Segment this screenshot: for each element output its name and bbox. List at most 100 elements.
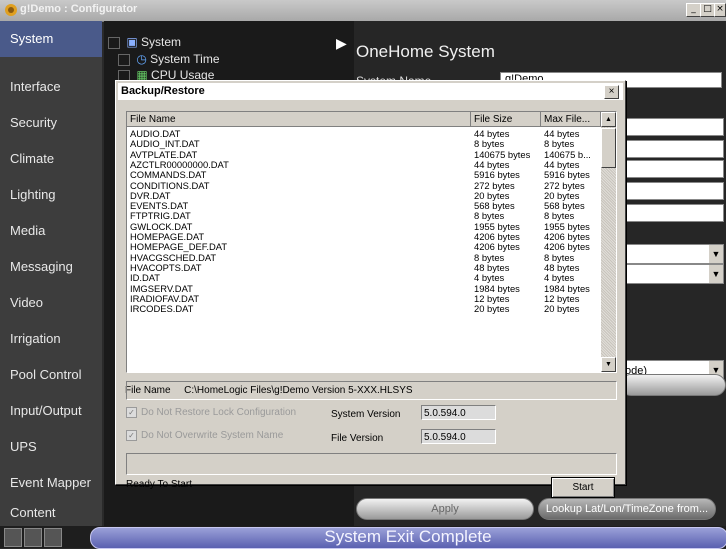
file-name-cell: COMMANDS.DAT bbox=[130, 170, 207, 181]
sidebar-item-interface[interactable]: Interface bbox=[0, 69, 102, 105]
tree-item-label: System bbox=[141, 35, 182, 49]
sidebar-item-messaging[interactable]: Messaging bbox=[0, 249, 102, 285]
sidebar-item-ups[interactable]: UPS bbox=[0, 429, 102, 465]
backup-restore-dialog: Backup/Restore × File Name File Size Max… bbox=[115, 80, 626, 498]
max-file-cell: 1955 bytes bbox=[544, 221, 590, 232]
max-file-cell: 8 bytes bbox=[544, 139, 575, 150]
max-file-cell: 5916 bytes bbox=[544, 170, 590, 181]
table-row[interactable]: HOMEPAGE_DEF.DAT 4206 bytes 4206 bytes bbox=[127, 242, 602, 252]
table-row[interactable]: HOMEPAGE.DAT 4206 bytes 4206 bytes bbox=[127, 232, 602, 242]
column-header-file-name[interactable]: File Name bbox=[127, 112, 471, 127]
file-name-cell: HVACOPTS.DAT bbox=[130, 262, 202, 273]
system-version-label: System Version bbox=[331, 409, 401, 420]
table-row[interactable]: HVACGSCHED.DAT 8 bytes 8 bytes bbox=[127, 253, 602, 263]
file-size-cell: 20 bytes bbox=[474, 190, 510, 201]
max-file-cell: 8 bytes bbox=[544, 211, 575, 222]
minimize-button[interactable]: _ bbox=[686, 3, 701, 17]
checkbox-checked-icon[interactable]: ✓ bbox=[126, 430, 137, 441]
file-size-cell: 8 bytes bbox=[474, 252, 505, 263]
start-button[interactable]: Start bbox=[551, 477, 615, 498]
sidebar-item-lighting[interactable]: Lighting bbox=[0, 177, 102, 213]
max-file-cell: 44 bytes bbox=[544, 129, 580, 139]
table-row[interactable]: HVACOPTS.DAT 48 bytes 48 bytes bbox=[127, 263, 602, 273]
option-no-overwrite-name[interactable]: ✓ Do Not Overwrite System Name bbox=[126, 430, 283, 441]
maximize-button[interactable]: □ bbox=[700, 3, 715, 17]
table-row[interactable]: EVENTS.DAT 568 bytes 568 bytes bbox=[127, 201, 602, 211]
table-row[interactable]: COMMANDS.DAT 5916 bytes 5916 bytes bbox=[127, 170, 602, 180]
sidebar-item-security[interactable]: Security bbox=[0, 105, 102, 141]
table-row[interactable]: AUDIO.DAT 44 bytes 44 bytes bbox=[127, 129, 602, 139]
dropdown[interactable]: ▼ bbox=[620, 244, 724, 264]
file-size-cell: 44 bytes bbox=[474, 129, 510, 139]
table-row[interactable]: IRADIOFAV.DAT 12 bytes 12 bytes bbox=[127, 294, 602, 304]
status-square bbox=[4, 528, 22, 547]
text-field[interactable] bbox=[620, 140, 724, 158]
file-size-cell: 48 bytes bbox=[474, 262, 510, 273]
file-size-cell: 4 bytes bbox=[474, 273, 505, 284]
table-row[interactable]: DVR.DAT 20 bytes 20 bytes bbox=[127, 191, 602, 201]
table-row[interactable]: IMGSERV.DAT 1984 bytes 1984 bytes bbox=[127, 284, 602, 294]
max-file-cell: 48 bytes bbox=[544, 262, 580, 273]
table-row[interactable]: ID.DAT 4 bytes 4 bytes bbox=[127, 273, 602, 283]
sidebar-item-event-mapper[interactable]: Event Mapper bbox=[0, 465, 102, 501]
sidebar-item-irrigation[interactable]: Irrigation bbox=[0, 321, 102, 357]
option-no-restore-lock[interactable]: ✓ Do Not Restore Lock Configuration bbox=[126, 407, 296, 418]
status-square bbox=[44, 528, 62, 547]
file-size-cell: 140675 bytes bbox=[474, 149, 531, 160]
max-file-cell: 272 bytes bbox=[544, 180, 585, 191]
sidebar-item-input-output[interactable]: Input/Output bbox=[0, 393, 102, 429]
tree-item-system[interactable]: ▣ System bbox=[108, 35, 181, 49]
tree-checkbox[interactable] bbox=[118, 53, 130, 66]
text-field[interactable] bbox=[620, 118, 724, 136]
file-version-value: 5.0.594.0 bbox=[421, 429, 496, 444]
dialog-close-button[interactable]: × bbox=[604, 85, 619, 99]
file-name-cell: IMGSERV.DAT bbox=[130, 283, 193, 294]
tree-item-label: System Time bbox=[150, 52, 220, 66]
pill-button[interactable] bbox=[620, 374, 726, 396]
sidebar-item-video[interactable]: Video bbox=[0, 285, 102, 321]
tree-item-system-time[interactable]: ◷ System Time bbox=[118, 52, 220, 66]
max-file-cell: 8 bytes bbox=[544, 252, 575, 263]
text-field[interactable] bbox=[620, 182, 724, 200]
max-file-cell: 12 bytes bbox=[544, 293, 580, 304]
scroll-up-icon[interactable]: ▲ bbox=[601, 112, 616, 127]
table-row[interactable]: AZCTLR00000000.DAT 44 bytes 44 bytes bbox=[127, 160, 602, 170]
file-size-cell: 272 bytes bbox=[474, 180, 515, 191]
list-scrollbar[interactable]: ▲ ▼ bbox=[601, 112, 616, 372]
checkbox-checked-icon[interactable]: ✓ bbox=[126, 407, 137, 418]
max-file-cell: 4 bytes bbox=[544, 273, 575, 284]
sidebar-item-media[interactable]: Media bbox=[0, 213, 102, 249]
sidebar-item-system[interactable]: System bbox=[0, 21, 102, 57]
text-field[interactable] bbox=[620, 204, 724, 222]
scroll-down-icon[interactable]: ▼ bbox=[601, 357, 616, 372]
tree-checkbox[interactable] bbox=[108, 36, 120, 49]
lookup-timezone-button[interactable]: Lookup Lat/Lon/TimeZone from... bbox=[538, 498, 716, 520]
table-row[interactable]: AVTPLATE.DAT 140675 bytes 140675 b... bbox=[127, 150, 602, 160]
column-header-file-size[interactable]: File Size bbox=[471, 112, 541, 127]
max-file-cell: 44 bytes bbox=[544, 159, 580, 170]
sidebar: System Interface Security Climate Lighti… bbox=[0, 21, 102, 526]
table-row[interactable]: IRCODES.DAT 20 bytes 20 bytes bbox=[127, 304, 602, 314]
file-size-cell: 568 bytes bbox=[474, 201, 515, 212]
column-header-max-file[interactable]: Max File... bbox=[541, 112, 601, 127]
table-row[interactable]: AUDIO_INT.DAT 8 bytes 8 bytes bbox=[127, 139, 602, 149]
file-size-cell: 4206 bytes bbox=[474, 232, 520, 242]
apply-button[interactable]: Apply bbox=[356, 498, 534, 520]
status-bar: System Exit Complete bbox=[0, 526, 726, 549]
status-message: System Exit Complete bbox=[324, 527, 492, 546]
table-row[interactable]: FTPTRIG.DAT 8 bytes 8 bytes bbox=[127, 211, 602, 221]
file-list[interactable]: File Name File Size Max File... AUDIO.DA… bbox=[126, 111, 617, 373]
play-icon[interactable]: ▶ bbox=[336, 35, 347, 52]
file-name-cell: AUDIO_INT.DAT bbox=[130, 139, 200, 150]
sidebar-item-climate[interactable]: Climate bbox=[0, 141, 102, 177]
scroll-thumb[interactable] bbox=[601, 128, 616, 168]
table-row[interactable]: GWLOCK.DAT 1955 bytes 1955 bytes bbox=[127, 222, 602, 232]
sidebar-item-content[interactable]: Content bbox=[0, 501, 102, 525]
text-field[interactable] bbox=[620, 160, 724, 178]
close-button[interactable]: × bbox=[714, 3, 726, 17]
dropdown[interactable]: ▼ bbox=[620, 264, 724, 284]
file-name-box bbox=[126, 381, 617, 400]
sidebar-item-pool-control[interactable]: Pool Control bbox=[0, 357, 102, 393]
table-row[interactable]: CONDITIONS.DAT 272 bytes 272 bytes bbox=[127, 181, 602, 191]
file-size-cell: 1955 bytes bbox=[474, 221, 520, 232]
